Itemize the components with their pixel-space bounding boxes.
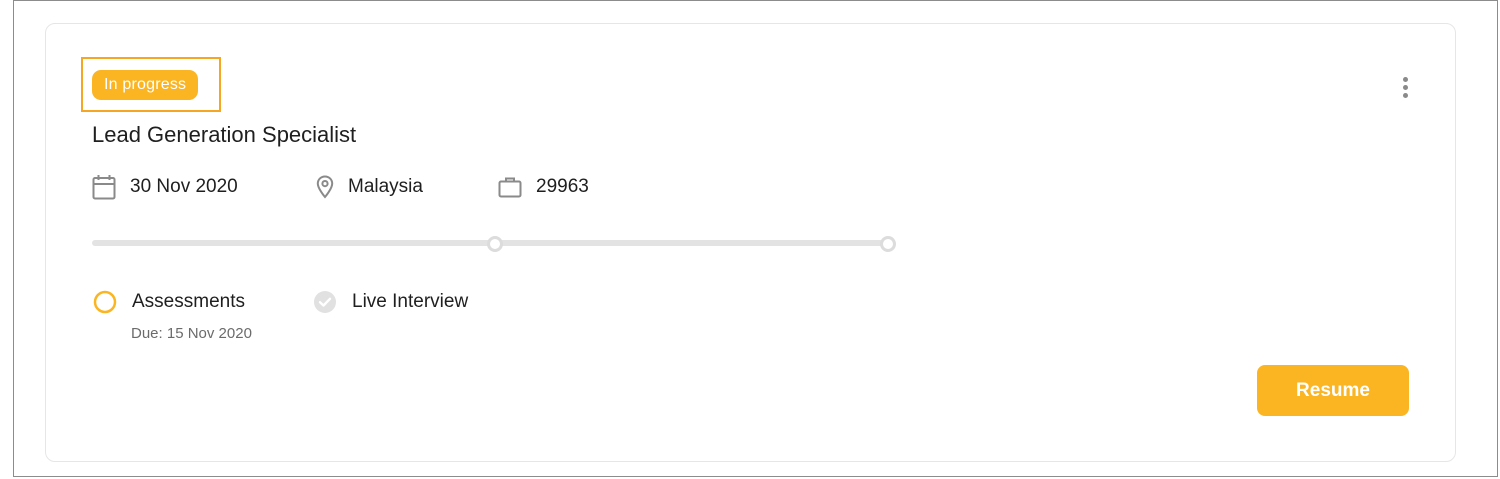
check-circle-icon [314, 291, 336, 313]
kebab-menu-icon [1402, 84, 1408, 90]
date-text: 30 Nov 2020 [130, 176, 238, 197]
kebab-menu-icon [1402, 76, 1408, 82]
resume-button[interactable]: Resume [1257, 365, 1409, 416]
progress-node-2 [880, 236, 896, 252]
status-badge: In progress [92, 70, 199, 100]
due-date: Due: 15 Nov 2020 [131, 325, 252, 342]
step-label: Assessments [132, 291, 245, 312]
calendar-icon [92, 175, 116, 200]
more-options-button[interactable] [1395, 72, 1415, 102]
progress-node-1 [487, 236, 503, 252]
location-pin-icon [316, 175, 334, 199]
step-label: Live Interview [352, 291, 469, 312]
empty-circle-icon [93, 290, 117, 314]
job-id-text: 29963 [536, 176, 589, 197]
briefcase-icon [498, 177, 522, 198]
step-assessments[interactable]: Assessments [92, 290, 245, 314]
step-live-interview[interactable]: Live Interview [312, 290, 468, 314]
meta-date: 30 Nov 2020 [92, 172, 238, 202]
meta-job-id: 29963 [498, 172, 589, 202]
kebab-menu-icon [1402, 92, 1408, 98]
location-text: Malaysia [348, 176, 423, 197]
meta-location: Malaysia [316, 172, 423, 202]
job-title: Lead Generation Specialist [92, 122, 357, 147]
